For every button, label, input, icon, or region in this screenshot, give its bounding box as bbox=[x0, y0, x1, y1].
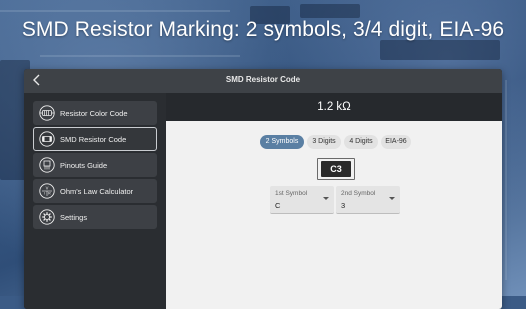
tab-4-digits[interactable]: 4 Digits bbox=[344, 135, 378, 149]
app-titlebar: SMD Resistor Code bbox=[24, 69, 502, 93]
second-symbol-select[interactable]: 2nd Symbol 3 bbox=[336, 186, 400, 214]
sidebar-item-label: Pinouts Guide bbox=[60, 161, 108, 170]
chevron-down-icon bbox=[389, 197, 395, 200]
select-caption: 1st Symbol bbox=[275, 190, 308, 197]
sidebar-item-ohms-law-calculator[interactable]: V I R Ohm's Law Calculator bbox=[33, 179, 157, 203]
sidebar-item-settings[interactable]: Settings bbox=[33, 205, 157, 229]
svg-text:I: I bbox=[44, 192, 45, 196]
smd-code-text: C3 bbox=[321, 161, 351, 177]
sidebar-item-resistor-color-code[interactable]: Resistor Color Code bbox=[33, 101, 157, 125]
tab-2-symbols[interactable]: 2 Symbols bbox=[260, 135, 304, 149]
sidebar-item-pinouts-guide[interactable]: Pinouts Guide bbox=[33, 153, 157, 177]
circuit-trace-decor bbox=[505, 80, 507, 280]
ohms-law-icon: V I R bbox=[39, 183, 55, 199]
sidebar-item-label: SMD Resistor Code bbox=[60, 135, 127, 144]
banner-headline: SMD Resistor Marking: 2 symbols, 3/4 dig… bbox=[21, 18, 505, 41]
tablet-screen: SMD Resistor Code Resistor Color Code SM… bbox=[24, 69, 502, 309]
pinout-icon bbox=[39, 157, 55, 173]
resistor-icon bbox=[39, 105, 55, 121]
settings-gear-icon bbox=[39, 209, 55, 225]
main-content: 1.2 kΩ 2 Symbols 3 Digits 4 Digits EIA-9… bbox=[166, 93, 502, 309]
sidebar: Resistor Color Code SMD Resistor Code Pi… bbox=[24, 93, 166, 309]
app-title: SMD Resistor Code bbox=[225, 75, 301, 84]
first-symbol-select[interactable]: 1st Symbol C bbox=[270, 186, 334, 214]
sidebar-item-smd-resistor-code[interactable]: SMD Resistor Code bbox=[33, 127, 157, 151]
svg-text:R: R bbox=[48, 192, 51, 196]
tab-eia-96[interactable]: EIA-96 bbox=[381, 135, 411, 149]
circuit-chip-decor bbox=[300, 4, 360, 18]
sidebar-item-label: Resistor Color Code bbox=[60, 109, 128, 118]
resistance-result: 1.2 kΩ bbox=[166, 93, 502, 121]
smd-chip-icon bbox=[39, 131, 55, 147]
sidebar-item-label: Ohm's Law Calculator bbox=[60, 187, 134, 196]
sidebar-item-label: Settings bbox=[60, 213, 88, 222]
select-value: 3 bbox=[341, 201, 346, 210]
select-value: C bbox=[275, 201, 281, 210]
tab-3-digits[interactable]: 3 Digits bbox=[307, 135, 341, 149]
svg-text:V: V bbox=[46, 186, 49, 191]
circuit-trace-decor bbox=[40, 55, 240, 57]
chevron-down-icon bbox=[323, 197, 329, 200]
select-caption: 2nd Symbol bbox=[341, 190, 376, 197]
circuit-trace-decor bbox=[0, 10, 230, 12]
smd-code-preview: C3 bbox=[317, 158, 355, 180]
circuit-chip-decor bbox=[380, 40, 500, 60]
